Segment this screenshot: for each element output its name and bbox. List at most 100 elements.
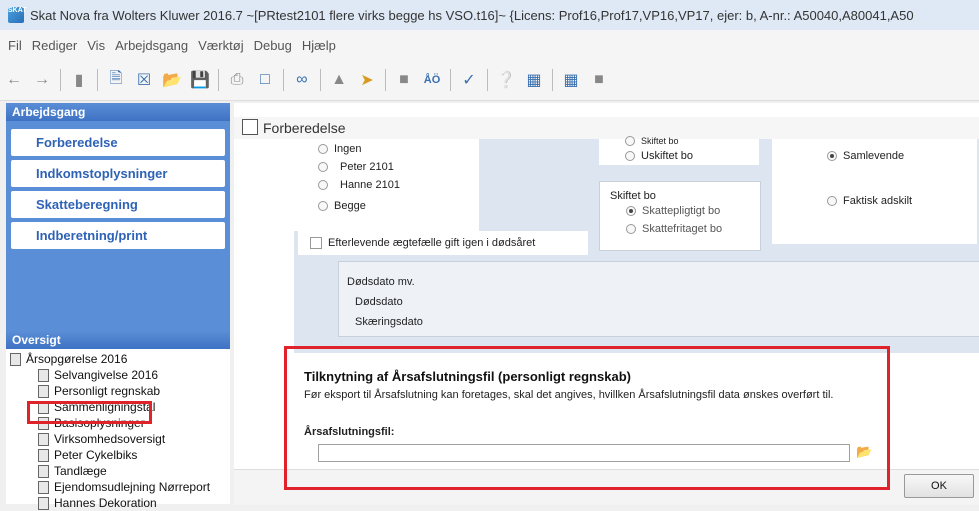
radio-skattefritaget[interactable]: Skattefritaget bo <box>626 223 722 235</box>
page-x-icon[interactable]: ☒ <box>133 69 155 91</box>
radio-icon <box>827 151 837 161</box>
radio-skattepligtigt[interactable]: Skattepligtigt bo <box>626 205 720 217</box>
workflow-nav: Forberedelse Indkomstoplysninger Skatteb… <box>6 121 230 331</box>
radio-faktisk-adskilt[interactable]: Faktisk adskilt <box>827 195 912 207</box>
toolbar-separator <box>97 69 98 91</box>
tree-item[interactable]: Hannes Dekoration <box>6 495 230 511</box>
panel-icon[interactable]: ■ <box>588 69 610 91</box>
nav-skatteberegning[interactable]: Skatteberegning <box>11 191 225 218</box>
book-icon[interactable]: ▮ <box>68 69 90 91</box>
tree-item-label: Selvangivelse 2016 <box>54 368 159 382</box>
radio-samlevende[interactable]: Samlevende <box>827 150 904 162</box>
radio-label: Uskiftet bo <box>641 150 693 162</box>
toolbar-separator <box>283 69 284 91</box>
radio-ingen[interactable]: Ingen <box>318 143 362 155</box>
radio-icon <box>625 136 635 146</box>
radio-icon <box>318 162 328 172</box>
text-ao-icon[interactable]: ÅÖ <box>421 69 443 91</box>
document-icon <box>38 384 49 398</box>
menu-vaerktoej[interactable]: Værktøj <box>198 38 244 53</box>
radio-label: Begge <box>334 200 366 212</box>
back-arrow-icon[interactable]: ← <box>3 69 25 91</box>
section-bo-top: Skiftet bo Uskiftet bo <box>599 136 759 165</box>
link-icon[interactable]: ∞ <box>291 69 313 91</box>
radio-label: Skattepligtigt bo <box>642 205 721 217</box>
tree-item-label: Ejendomsudlejning Nørreport <box>54 480 211 494</box>
tree-item[interactable]: Peter Cykelbiks <box>6 447 230 463</box>
menu-hjaelp[interactable]: Hjælp <box>302 38 336 53</box>
book-dark-icon[interactable]: ■ <box>393 69 415 91</box>
oversigt-header: Oversigt <box>6 331 230 349</box>
person-icon[interactable]: ▲ <box>328 69 350 91</box>
save-icon[interactable]: 💾 <box>189 69 211 91</box>
document-icon <box>38 464 49 478</box>
document-icon <box>10 352 21 366</box>
section-persons: Ingen Peter 2101 Hanne 2101 Begge <box>294 139 479 231</box>
menu-rediger[interactable]: Rediger <box>32 38 78 53</box>
dodsdato-label: Dødsdato <box>355 296 403 308</box>
tree-item[interactable]: Tandlæge <box>6 463 230 479</box>
toolbar: ← → ▮ 🗎 ☒ 📂 💾 ⎙ □ ∞ ▲ ➤ ■ ÅÖ ✓ ❔ ▦ ▦ ■ <box>0 60 979 101</box>
radio-label: Skiftet bo <box>641 136 679 146</box>
window-title-text: Forberedelse <box>263 120 346 136</box>
tree-item-label: Virksomhedsoversigt <box>54 432 166 446</box>
toolbar-separator <box>60 69 61 91</box>
help-icon[interactable]: ❔ <box>495 69 517 91</box>
tree-item[interactable]: Selvangivelse 2016 <box>6 367 230 383</box>
menu-debug[interactable]: Debug <box>254 38 292 53</box>
nav-indberetning-print[interactable]: Indberetning/print <box>11 222 225 249</box>
radio-icon <box>626 224 636 234</box>
ok-button[interactable]: OK <box>904 474 974 498</box>
print-icon[interactable]: ⎙ <box>226 69 248 91</box>
radio-label: Hanne 2101 <box>340 179 400 191</box>
forward-arrow-icon[interactable]: → <box>31 69 53 91</box>
calculator-icon[interactable]: ▦ <box>560 69 582 91</box>
transfer-icon[interactable]: ➤ <box>356 69 378 91</box>
radio-skiftet-bo-top[interactable]: Skiftet bo <box>625 136 679 146</box>
radio-begge[interactable]: Begge <box>318 200 366 212</box>
checkbox-label: Efterlevende ægtefælle gift igen i dødså… <box>328 237 536 249</box>
menu-bar: Fil Rediger Vis Arbejdsgang Værktøj Debu… <box>0 30 979 60</box>
folder-open-icon[interactable]: 📂 <box>161 69 183 91</box>
checkbox-icon <box>310 237 322 249</box>
radio-label: Samlevende <box>843 150 905 162</box>
tree-item-root[interactable]: Årsopgørelse 2016 <box>6 351 230 367</box>
radio-hanne[interactable]: Hanne 2101 <box>318 179 400 191</box>
toolbar-separator <box>320 69 321 91</box>
tree-item-label: Hannes Dekoration <box>54 496 157 510</box>
nav-indkomstoplysninger[interactable]: Indkomstoplysninger <box>11 160 225 187</box>
radio-icon <box>626 206 636 216</box>
check-icon[interactable]: ✓ <box>458 69 480 91</box>
title-bar: SKAT Skat Nova fra Wolters Kluwer 2016.7… <box>0 0 979 31</box>
section-dodsdato: Dødsdato mv. Dødsdato Skæringsdato <box>338 261 979 337</box>
menu-arbejdsgang[interactable]: Arbejdsgang <box>115 38 188 53</box>
radio-label: Faktisk adskilt <box>843 195 913 207</box>
page-icon[interactable]: 🗎 <box>105 69 127 91</box>
tree-item[interactable]: Virksomhedsoversigt <box>6 431 230 447</box>
nav-forberedelse[interactable]: Forberedelse <box>11 129 225 156</box>
window-title: Skat Nova fra Wolters Kluwer 2016.7 ~[PR… <box>30 7 914 23</box>
tree-item[interactable]: Ejendomsudlejning Nørreport <box>6 479 230 495</box>
radio-label: Skattefritaget bo <box>642 223 723 235</box>
preview-icon[interactable]: □ <box>254 69 276 91</box>
document-icon <box>38 496 49 510</box>
radio-icon <box>625 151 635 161</box>
tree-item-label: Personligt regnskab <box>54 384 161 398</box>
checkbox-gift-igen[interactable]: Efterlevende ægtefælle gift igen i dødså… <box>310 237 535 249</box>
dodsdato-group-label: Dødsdato mv. <box>347 276 415 288</box>
tree-item-label: Peter Cykelbiks <box>54 448 138 462</box>
document-icon <box>38 432 49 446</box>
radio-uskiftet-bo[interactable]: Uskiftet bo <box>625 150 693 162</box>
grid-icon[interactable]: ▦ <box>523 69 545 91</box>
overview-tree: Årsopgørelse 2016 Selvangivelse 2016 Per… <box>6 349 230 511</box>
forberedelse-window-title: Forberedelse <box>234 117 979 139</box>
radio-peter[interactable]: Peter 2101 <box>318 161 394 173</box>
tree-item[interactable]: Personligt regnskab <box>6 383 230 399</box>
menu-vis[interactable]: Vis <box>87 38 105 53</box>
menu-fil[interactable]: Fil <box>8 38 22 53</box>
section-samliv: Samlevende Faktisk adskilt <box>772 139 977 244</box>
radio-label: Peter 2101 <box>340 161 394 173</box>
tree-item-label: Tandlæge <box>54 464 107 478</box>
toolbar-separator <box>450 69 451 91</box>
section-skiftet-bo: Skiftet bo Skattepligtigt bo Skattefrita… <box>599 181 761 251</box>
